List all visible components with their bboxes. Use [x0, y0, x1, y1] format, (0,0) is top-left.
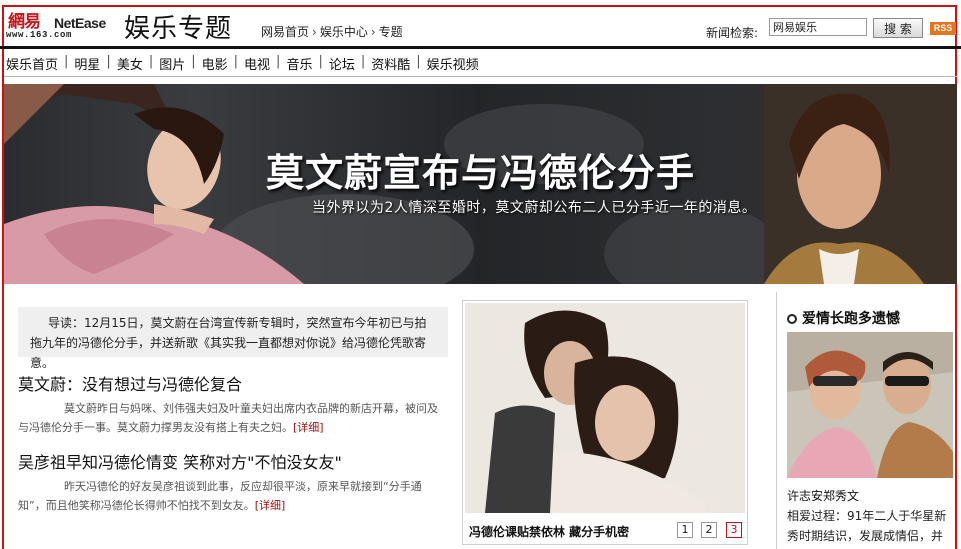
sidebar-title-text: 爱情长跑多遗憾: [802, 311, 900, 327]
sidebar-text: 相爱过程：91年二人于华星新秀时期结识，发展成情侣，并: [787, 509, 947, 543]
sidebar: 爱情长跑多遗憾 许志安郑秀文 相爱过程：91年二人于华星新秀时期结识，发展成情侣…: [776, 292, 957, 549]
nav-item-pictures[interactable]: 图片: [159, 54, 185, 73]
nav-separator: |: [360, 54, 366, 69]
pager-3[interactable]: 3: [726, 522, 742, 538]
breadcrumb-ent-center[interactable]: 娱乐中心: [320, 25, 368, 39]
nav-separator: |: [416, 54, 421, 69]
sidebar-photo-image: [787, 332, 953, 478]
nav-item-movies[interactable]: 电影: [202, 54, 228, 73]
news-item: 吴彦祖早知冯德伦情变 笑称对方"不怕没女友" 昨天冯德伦的好友吴彦祖谈到此事，反…: [18, 449, 446, 515]
nav-separator: |: [106, 54, 111, 69]
breadcrumb-home[interactable]: 网易首页: [261, 25, 309, 39]
sidebar-title: 爱情长跑多遗憾: [787, 308, 900, 328]
search-input[interactable]: [769, 18, 867, 36]
news-detail-link[interactable]: [详细]: [293, 421, 324, 434]
logo-url: www.163.com: [6, 30, 73, 40]
intro-box: 导读：12月15日，莫文蔚在台湾宣传新专辑时，突然宣布今年初已与拍拖九年的冯德伦…: [18, 307, 448, 370]
nav-divider: [4, 76, 957, 77]
pager-1[interactable]: 1: [677, 522, 693, 538]
nav-separator: |: [318, 54, 323, 69]
logo-english: NetEase: [54, 15, 106, 31]
nav-separator: |: [276, 54, 281, 69]
breadcrumb-sep-icon: ›: [312, 25, 317, 39]
nav-item-beauty[interactable]: 美女: [117, 54, 143, 73]
nav-item-ent-home[interactable]: 娱乐首页: [6, 54, 58, 73]
nav-item-forum[interactable]: 论坛: [329, 54, 355, 73]
couple-photo-image: [465, 303, 745, 513]
breadcrumb-sep-icon: ›: [370, 25, 376, 39]
rss-icon[interactable]: RSS: [930, 22, 956, 35]
banner-subline: 当外界以为2人情深至婚时，莫文蔚却公布二人已分手近一年的消息。: [312, 200, 757, 216]
photo-slideshow: 冯德伦课贴禁依林 藏分手机密 1 2 3: [462, 300, 748, 545]
page-title: 娱乐专题: [124, 14, 233, 44]
news-summary: 昨天冯德伦的好友吴彦祖谈到此事，反应却很平淡，原来早就接到“分手通知”，而且他笑…: [18, 477, 446, 515]
breadcrumb: 网易首页 › 娱乐中心 › 专题: [261, 23, 403, 40]
logo-chinese: 網易: [8, 12, 41, 32]
nav-separator: |: [233, 54, 239, 69]
netease-logo[interactable]: 網易 NetEase www.163.com: [6, 7, 118, 41]
nav-item-video[interactable]: 娱乐视频: [427, 54, 479, 73]
nav-separator: |: [191, 54, 196, 69]
news-summary: 莫文蔚昨日与妈咪、刘伟强夫妇及叶童夫妇出席内衣品牌的新店开幕，被问及与冯德伦分手…: [18, 399, 446, 437]
nav-separator: |: [148, 54, 154, 69]
photo-caption[interactable]: 冯德伦课贴禁依林 藏分手机密: [469, 523, 629, 540]
nav-item-tv[interactable]: 电视: [244, 54, 270, 73]
channel-nav: 娱乐首页 | 明星 | 美女 | 图片 | 电影 | 电视 | 音乐 | 论坛 | 资料酷 | 娱…: [6, 54, 479, 73]
header: 網易 NetEase www.163.com 娱乐专题 网易首页 › 娱乐中心 › 专题…: [0, 0, 961, 44]
nav-separator: |: [64, 54, 69, 69]
news-body: 莫文蔚昨日与妈咪、刘伟强夫妇及叶童夫妇出席内衣品牌的新店开幕，被问及与冯德伦分手…: [18, 402, 438, 434]
news-body: 昨天冯德伦的好友吴彦祖谈到此事，反应却很平淡，原来早就接到“分手通知”，而且他笑…: [18, 480, 422, 512]
news-title[interactable]: 吴彦祖早知冯德伦情变 笑称对方"不怕没女友": [18, 449, 446, 473]
banner-headline[interactable]: 莫文蔚宣布与冯德伦分手: [266, 142, 695, 197]
search-button[interactable]: 搜 索: [873, 18, 923, 38]
feature-banner[interactable]: 莫文蔚宣布与冯德伦分手 当外界以为2人情深至婚时，莫文蔚却公布二人已分手近一年的…: [4, 84, 957, 284]
bullet-icon: [787, 314, 797, 324]
nav-item-database[interactable]: 资料酷: [371, 54, 410, 73]
sidebar-caption[interactable]: 许志安郑秀文: [787, 487, 859, 504]
header-divider: [0, 46, 961, 49]
pager-2[interactable]: 2: [701, 522, 717, 538]
search-label: 新闻检索:: [706, 26, 759, 40]
news-detail-link[interactable]: [详细]: [255, 499, 286, 512]
nav-item-stars[interactable]: 明星: [74, 54, 100, 73]
news-item: 莫文蔚：没有想过与冯德伦复合 莫文蔚昨日与妈咪、刘伟强夫妇及叶童夫妇出席内衣品牌…: [18, 371, 446, 437]
news-title[interactable]: 莫文蔚：没有想过与冯德伦复合: [18, 371, 446, 395]
breadcrumb-special[interactable]: 专题: [379, 25, 403, 39]
nav-item-music[interactable]: 音乐: [286, 54, 312, 73]
sidebar-photo[interactable]: [787, 332, 953, 478]
banner-man-photo: [764, 84, 957, 284]
couple-photo[interactable]: [465, 303, 745, 513]
